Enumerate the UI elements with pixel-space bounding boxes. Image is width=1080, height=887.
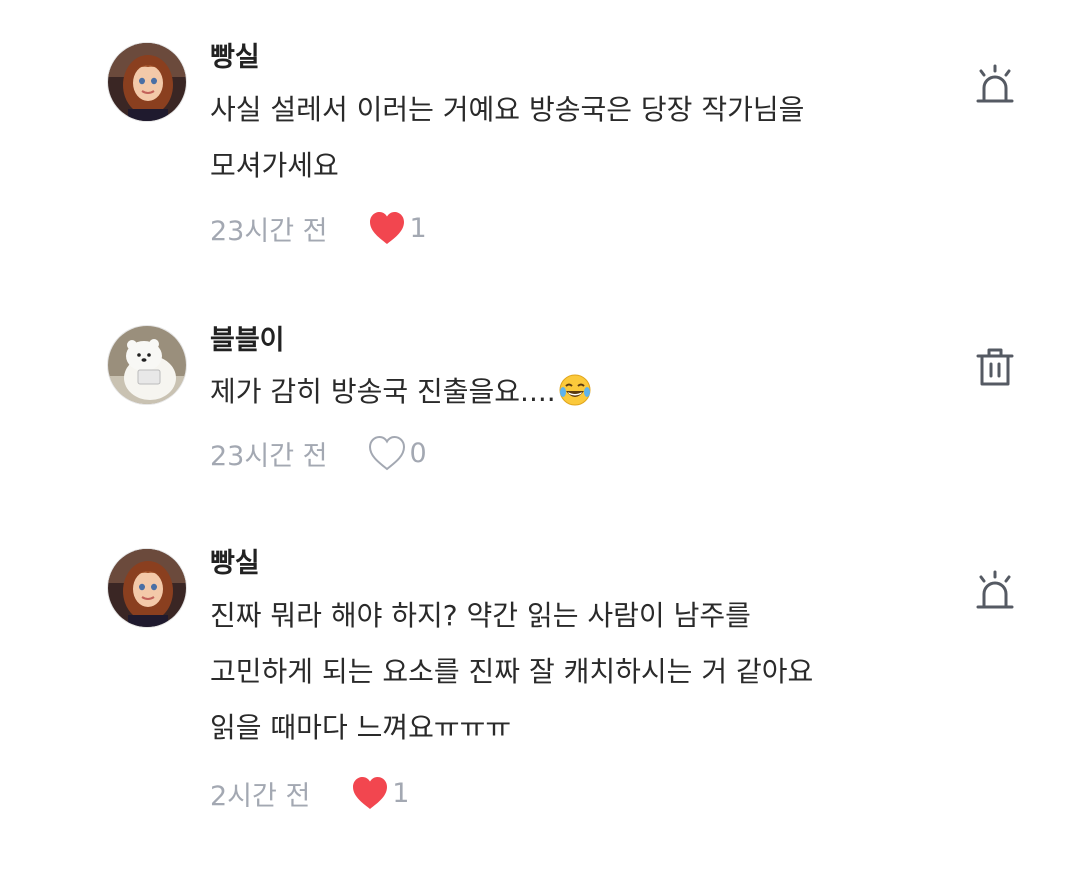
comment-meta: 23시간 전 0: [210, 433, 427, 473]
comment-text-line: 고민하게 되는 요소를 진짜 잘 캐치하시는 거 같아요: [210, 655, 814, 688]
comment-text-line: 읽을 때마다 느껴요ㅠㅠㅠ: [210, 711, 512, 744]
heart-outline-icon: [369, 435, 406, 471]
comment-time: 23시간 전: [210, 440, 328, 472]
comment-text: 진짜 뭐라 해야 하지? 약간 읽는 사람이 남주를 고민하게 되는 요소를 진…: [210, 588, 930, 756]
like-button[interactable]: 1: [367, 209, 427, 247]
report-siren-icon: [976, 64, 1014, 103]
comment-text: 제가 감히 방송국 진출을요....: [210, 364, 930, 420]
comment-meta: 2시간 전 1: [210, 773, 409, 813]
comment-author[interactable]: 빵실: [210, 548, 260, 580]
like-count: 0: [409, 437, 427, 469]
avatar[interactable]: [107, 548, 187, 628]
heart-filled-icon: [353, 777, 388, 809]
comment-text-line: 사실 설레서 이러는 거예요 방송국은 당장 작가님을: [210, 93, 805, 126]
comment-author[interactable]: 빵실: [210, 42, 260, 74]
comment-text-line: 모셔가세요: [210, 149, 339, 182]
report-siren-icon: [976, 570, 1014, 609]
tears-of-joy-emoji: [559, 374, 591, 406]
like-button[interactable]: 1: [350, 774, 409, 812]
comment-time: 2시간 전: [210, 780, 311, 812]
comment-meta: 23시간 전 1: [210, 208, 427, 248]
comment-text-line: 진짜 뭐라 해야 하지? 약간 읽는 사람이 남주를: [210, 599, 751, 632]
like-count: 1: [409, 212, 427, 244]
comment-time: 23시간 전: [210, 215, 328, 247]
avatar[interactable]: [107, 42, 187, 122]
comment-author[interactable]: 블블이: [210, 325, 285, 357]
like-count: 1: [392, 777, 410, 809]
avatar[interactable]: [107, 325, 187, 405]
report-button[interactable]: [972, 568, 1018, 614]
report-button[interactable]: [972, 62, 1018, 108]
comment-text-content: 제가 감히 방송국 진출을요....: [210, 375, 556, 408]
comment-text: 사실 설레서 이러는 거예요 방송국은 당장 작가님을 모셔가세요: [210, 82, 930, 194]
delete-button[interactable]: [972, 344, 1018, 390]
like-button[interactable]: 0: [367, 434, 427, 472]
heart-filled-icon: [370, 212, 405, 244]
comment-text-line: 제가 감히 방송국 진출을요....: [210, 364, 930, 420]
trash-icon: [976, 348, 1014, 386]
